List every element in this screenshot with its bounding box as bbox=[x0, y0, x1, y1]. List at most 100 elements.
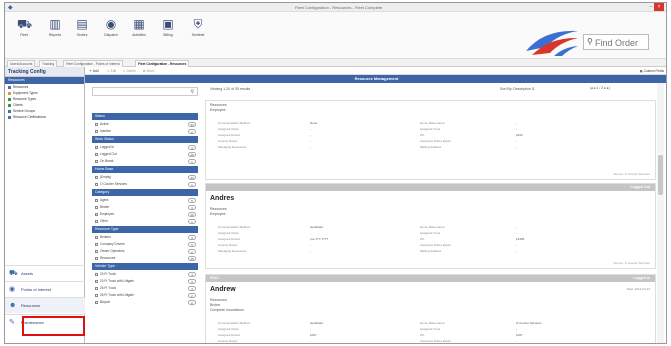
resource-name[interactable]: Andres bbox=[210, 195, 234, 202]
filter-group-header[interactable]: Category bbox=[92, 189, 198, 196]
resource-card[interactable]: Resources Employee Communication Method Non… bbox=[205, 100, 656, 180]
card-status: Logged In bbox=[633, 276, 650, 280]
resource-card[interactable]: Logged Out Andres Resources Employee Communi… bbox=[205, 183, 656, 269]
filter-option[interactable]: Other 1 bbox=[92, 218, 198, 224]
field-label: Assigned Asset bbox=[218, 231, 239, 235]
tab-resources[interactable]: Fleet Configuration - Resources bbox=[135, 60, 190, 67]
ribbon-sentinel-button[interactable]: ⛨ Sentinel bbox=[185, 17, 211, 37]
minimize-icon[interactable]: – bbox=[649, 4, 652, 10]
ribbon-billing-button[interactable]: ▣ Billing bbox=[155, 17, 181, 37]
resource-name[interactable]: Andrew bbox=[210, 286, 236, 293]
add-button[interactable]: ＋ Add bbox=[89, 67, 99, 75]
filter-option[interactable]: (Empty) 33 bbox=[92, 174, 198, 180]
field-value: 1007 bbox=[516, 333, 523, 337]
filter-option[interactable]: Agent 5 bbox=[92, 197, 198, 203]
filter-count-badge: 5 bbox=[188, 241, 196, 247]
filter-option[interactable]: Active 34 bbox=[92, 121, 198, 127]
close-icon[interactable]: × bbox=[654, 3, 664, 11]
checkbox[interactable] bbox=[95, 152, 98, 156]
checkbox[interactable] bbox=[95, 279, 98, 283]
nav-label: Resources bbox=[21, 303, 41, 308]
ribbon-fleet-button[interactable]: ⛟ Fleet bbox=[11, 17, 37, 37]
app-window: ◆ Fleet Configuration - Resources - Flee… bbox=[4, 2, 667, 344]
tab-poi[interactable]: Fleet Configuration - Points of Interest bbox=[63, 60, 123, 67]
field-value: - bbox=[516, 249, 517, 253]
filter-option[interactable]: 20 Ft Truck 4 bbox=[92, 271, 198, 277]
sort-by-dropdown[interactable]: Sort By: Description ⇅ bbox=[500, 87, 535, 91]
filter-option[interactable]: Employee 26 bbox=[92, 211, 198, 217]
checkbox[interactable] bbox=[95, 235, 98, 239]
last-page-icon[interactable]: ▸| bbox=[607, 86, 610, 90]
custom-fields-button[interactable]: ▦ Custom Fields bbox=[640, 67, 664, 75]
filter-option[interactable]: Owner Operators 2 bbox=[92, 248, 198, 254]
pin-icon: ◉ bbox=[9, 286, 16, 293]
filter-option[interactable]: O Courier Services 1 bbox=[92, 181, 198, 187]
filter-option[interactable]: Brokers 3 bbox=[92, 234, 198, 240]
dispatch-icon: ◉ bbox=[105, 17, 117, 31]
filter-group-header[interactable]: Home Base bbox=[92, 166, 198, 173]
checkbox[interactable] bbox=[95, 198, 98, 202]
checkbox[interactable] bbox=[95, 272, 98, 276]
filter-group-header[interactable]: Status bbox=[92, 113, 198, 120]
filter-option[interactable]: Logged In 4 bbox=[92, 144, 198, 150]
checkbox[interactable] bbox=[95, 145, 98, 149]
filter-count-badge: 5 bbox=[188, 197, 196, 203]
tab-tracking[interactable]: Tracking bbox=[39, 60, 58, 67]
field-value: Handheld bbox=[310, 321, 323, 325]
field-value: - bbox=[516, 139, 517, 143]
service-group-icon bbox=[8, 109, 11, 113]
filter-group-header[interactable]: Work Status bbox=[92, 136, 198, 143]
checkbox[interactable] bbox=[95, 175, 98, 179]
resource-card[interactable]: POCI Logged In Andrew Resources Broker Comple… bbox=[205, 274, 656, 343]
filter-option[interactable]: Bicycle 2 bbox=[92, 299, 198, 305]
checkbox[interactable] bbox=[95, 293, 98, 297]
checkbox[interactable] bbox=[95, 159, 98, 163]
field-value: - bbox=[310, 145, 311, 149]
nav-assets[interactable]: ⛟ Assets bbox=[5, 265, 85, 281]
filter-option[interactable]: Logged Out 29 bbox=[92, 151, 198, 157]
filter-option[interactable]: On Break 1 bbox=[92, 158, 198, 164]
sidebar-item-certifications[interactable]: Resource Certifications bbox=[5, 114, 84, 120]
checkbox[interactable] bbox=[95, 219, 98, 223]
tab-users-accounts[interactable]: Users/Accounts bbox=[7, 60, 36, 67]
move-label: Move bbox=[146, 69, 155, 73]
filter-search-input[interactable]: ⚲ bbox=[92, 87, 198, 96]
filter-group-header[interactable]: Vehicle Type bbox=[92, 263, 198, 270]
find-order-box: ⚲ bbox=[583, 34, 649, 50]
first-page-icon[interactable]: |◂ bbox=[590, 86, 593, 90]
next-page-icon[interactable]: ▸ bbox=[604, 86, 606, 90]
filter-option[interactable]: Inactive 2 bbox=[92, 128, 198, 134]
filter-option[interactable]: 26 Ft Truck 4 bbox=[92, 285, 198, 291]
checkbox[interactable] bbox=[95, 212, 98, 216]
delete-button[interactable]: ✕ Delete bbox=[123, 67, 136, 75]
ribbon-dispatch-button[interactable]: ◉ Dispatch bbox=[98, 17, 124, 37]
ribbon-reports-button[interactable]: ▥ Reports bbox=[42, 17, 68, 37]
find-order-input[interactable] bbox=[595, 36, 647, 49]
sort-by-label: Sort By: Description bbox=[500, 87, 531, 91]
checkbox[interactable] bbox=[95, 122, 98, 126]
edit-button[interactable]: ✎ Edit bbox=[107, 67, 116, 75]
checkbox[interactable] bbox=[95, 242, 98, 246]
window-title: Fleet Configuration - Resources - Fleet … bbox=[295, 5, 383, 10]
filter-option[interactable]: Resources 25 bbox=[92, 255, 198, 261]
checkbox[interactable] bbox=[95, 205, 98, 209]
checkbox[interactable] bbox=[95, 182, 98, 186]
ribbon-activities-button[interactable]: ▦ Activities bbox=[126, 17, 152, 37]
checkbox[interactable] bbox=[95, 249, 98, 253]
nav-resources[interactable]: ☻ Resources bbox=[5, 297, 85, 313]
filter-option[interactable]: Broker 3 bbox=[92, 204, 198, 210]
scrollbar-thumb[interactable] bbox=[658, 155, 663, 195]
checkbox[interactable] bbox=[95, 300, 98, 304]
filter-option[interactable]: 26 Ft Truck with Liftgate 2 bbox=[92, 292, 198, 298]
field-value: - bbox=[310, 249, 311, 253]
vertical-scrollbar[interactable] bbox=[657, 83, 664, 343]
filter-option[interactable]: Company Drivers 5 bbox=[92, 241, 198, 247]
checkbox[interactable] bbox=[95, 286, 98, 290]
checkbox[interactable] bbox=[95, 129, 98, 133]
checkbox[interactable] bbox=[95, 256, 98, 260]
move-button[interactable]: ⇄ Move bbox=[143, 67, 154, 75]
filter-option[interactable]: 20 Ft Truck with Liftgate 3 bbox=[92, 278, 198, 284]
nav-points-of-interest[interactable]: ◉ Points of Interest bbox=[5, 281, 85, 297]
ribbon-orders-button[interactable]: ▤ Orders bbox=[69, 17, 95, 37]
filter-group-header[interactable]: Resource Type bbox=[92, 226, 198, 233]
